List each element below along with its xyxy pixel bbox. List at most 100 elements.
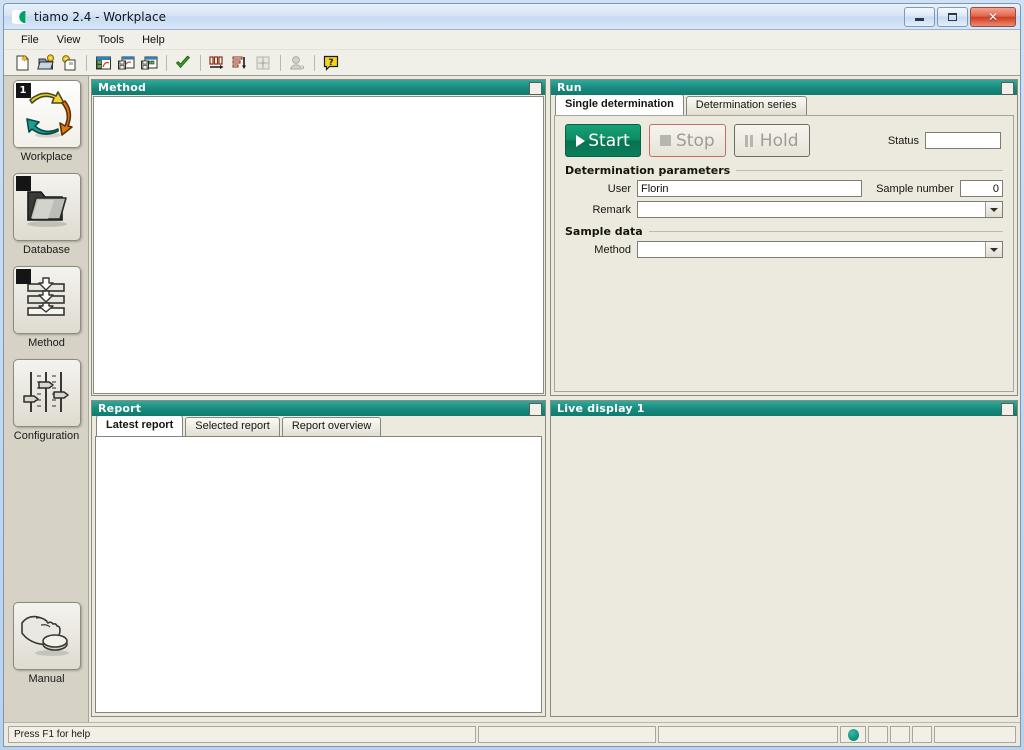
tab-latest-report[interactable]: Latest report: [96, 416, 184, 436]
tab-single-determination[interactable]: Single determination: [555, 95, 684, 115]
live-display-icon: [94, 54, 113, 72]
toolbar-determination-data-button[interactable]: [115, 52, 137, 74]
tab-selected-report[interactable]: Selected report: [185, 417, 280, 436]
connection-led-icon: [847, 728, 859, 741]
toolbar-separator: [314, 54, 315, 71]
panel-live-display-body[interactable]: [551, 416, 1017, 716]
panel-live-display-pin-button[interactable]: [1001, 403, 1014, 416]
svg-text:?: ?: [328, 58, 333, 68]
method-combo[interactable]: [637, 241, 1003, 258]
sidebar-item-manual[interactable]: Manual: [4, 602, 89, 685]
run-tab-pane: Start Stop Hold Status Determination par…: [554, 115, 1014, 392]
panel-report: Report Latest report Selected report Rep…: [91, 400, 546, 717]
maximize-button[interactable]: [937, 7, 968, 27]
tab-determination-series[interactable]: Determination series: [685, 96, 807, 115]
menu-item-tools[interactable]: Tools: [89, 32, 133, 48]
menu-item-help[interactable]: Help: [133, 32, 174, 48]
remark-combo-arrow[interactable]: [985, 202, 1002, 217]
status-cell-4: [890, 726, 910, 743]
user-label: User: [607, 182, 631, 195]
save-determination-icon: [140, 54, 159, 72]
sidebar-item-method[interactable]: Method: [4, 266, 89, 349]
hold-button[interactable]: Hold: [733, 124, 810, 157]
panel-report-body: Latest report Selected report Report ove…: [92, 416, 545, 716]
toolbar: ?: [4, 50, 1020, 76]
panel-method-pin-button[interactable]: [529, 82, 542, 95]
toolbar-new-button[interactable]: [12, 52, 34, 74]
start-button[interactable]: Start: [565, 124, 641, 157]
toolbar-help-button[interactable]: ?: [320, 52, 342, 74]
group-title-text: Sample data: [565, 225, 643, 238]
sidebar-icon-box: [12, 173, 81, 241]
sliders-icon: [14, 360, 80, 424]
method-combo-value: [638, 242, 985, 257]
remark-combo[interactable]: [637, 201, 1003, 218]
toolbar-list-down-button[interactable]: [229, 52, 251, 74]
remark-combo-value: [638, 202, 985, 217]
application-root: tiamo 2.4 - Workplace ✕ File View Tools …: [0, 0, 1024, 750]
sidebar-item-configuration[interactable]: Configuration: [4, 359, 89, 442]
stop-button[interactable]: Stop: [649, 124, 726, 157]
save-as-icon: [60, 54, 78, 72]
toolbar-open-button[interactable]: [35, 52, 57, 74]
toolbar-separator: [86, 54, 87, 71]
window-title: tiamo 2.4 - Workplace: [34, 9, 166, 24]
status-cell-3: [868, 726, 888, 743]
panel-live-display-header: Live display 1: [551, 401, 1017, 416]
toolbar-grid-button[interactable]: [252, 52, 274, 74]
report-tab-pane[interactable]: [95, 436, 542, 713]
status-label: Status: [887, 134, 919, 147]
determination-data-icon: [117, 54, 136, 72]
sidebar-icon-box: [12, 266, 81, 334]
group-title-determination-parameters: Determination parameters: [565, 164, 1003, 177]
tab-report-overview[interactable]: Report overview: [281, 417, 382, 436]
status-cell-5: [912, 726, 932, 743]
panel-run-header: Run: [551, 80, 1017, 95]
group-rule: [648, 231, 1003, 232]
column-chart-icon: [208, 54, 226, 72]
sidebar-item-workplace[interactable]: 1 Workplace: [4, 80, 89, 163]
panel-report-pin-button[interactable]: [529, 403, 542, 416]
minimize-button[interactable]: [904, 7, 935, 27]
panel-live-display: Live display 1: [550, 400, 1018, 717]
status-cell-2: [658, 726, 838, 743]
play-icon: [576, 134, 586, 147]
toolbar-column-chart-button[interactable]: [206, 52, 228, 74]
new-icon: [14, 54, 32, 72]
panel-run-pin-button[interactable]: [1001, 82, 1014, 95]
panel-run-title: Run: [557, 81, 582, 94]
toolbar-separator: [166, 54, 167, 71]
menu-item-view[interactable]: View: [48, 32, 90, 48]
toolbar-save-determination-button[interactable]: [138, 52, 160, 74]
status-field: [925, 132, 1001, 149]
method-label: Method: [594, 243, 631, 256]
help-icon: ?: [322, 54, 340, 72]
stop-button-label: Stop: [676, 130, 715, 151]
toolbar-live-display-button[interactable]: [92, 52, 114, 74]
panel-method-body[interactable]: [93, 96, 544, 394]
sidebar-item-database[interactable]: Database: [4, 173, 89, 256]
sidebar-icon-box: [12, 602, 81, 670]
user-input[interactable]: Florin: [637, 180, 863, 197]
panel-live-display-title: Live display 1: [557, 402, 645, 415]
toolbar-user-button[interactable]: [286, 52, 308, 74]
panel-method-header: Method: [92, 80, 545, 95]
group-title-text: Determination parameters: [565, 164, 731, 177]
sample-number-input[interactable]: 0: [959, 180, 1003, 197]
form-row-method: Method: [565, 241, 1003, 258]
sidebar-item-label-workplace: Workplace: [20, 151, 73, 163]
toolbar-check-button[interactable]: [172, 52, 194, 74]
close-button[interactable]: ✕: [970, 7, 1016, 27]
status-cell-6: [934, 726, 1016, 743]
method-combo-arrow[interactable]: [985, 242, 1002, 257]
menu-item-file[interactable]: File: [12, 32, 48, 48]
group-rule: [736, 170, 1003, 171]
panel-run-body: Single determination Determination serie…: [551, 95, 1017, 395]
connection-status-cell[interactable]: [840, 726, 866, 743]
form-row-remark: Remark: [565, 201, 1003, 218]
chevron-down-icon: [990, 247, 998, 252]
panel-method: Method: [91, 79, 546, 396]
toolbar-save-as-button[interactable]: [58, 52, 80, 74]
sidebar-badge-database: [15, 176, 31, 191]
grid-icon: [254, 54, 272, 72]
